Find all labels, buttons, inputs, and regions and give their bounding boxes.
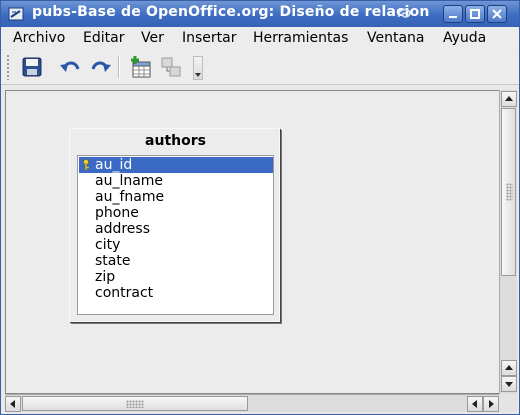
arrow-up-icon bbox=[505, 365, 513, 370]
menu-bar: Archivo Editar Ver Insertar Herramientas… bbox=[1, 27, 519, 49]
add-table-icon[interactable] bbox=[129, 55, 153, 79]
menu-editar[interactable]: Editar bbox=[83, 30, 124, 46]
field-city[interactable]: city bbox=[79, 237, 273, 253]
field-au-fname[interactable]: au_fname bbox=[79, 189, 273, 205]
swirl-icon bbox=[397, 8, 411, 18]
menu-herramientas[interactable]: Herramientas bbox=[253, 30, 348, 46]
field-name: contract bbox=[95, 285, 154, 301]
minimize-button[interactable] bbox=[443, 5, 463, 23]
field-name: address bbox=[95, 221, 151, 237]
primary-key-icon bbox=[83, 159, 89, 171]
field-au-id[interactable]: au_id bbox=[79, 157, 273, 173]
app-icon[interactable] bbox=[8, 6, 24, 22]
toolbar-grip[interactable] bbox=[6, 54, 10, 80]
field-au-lname[interactable]: au_lname bbox=[79, 173, 273, 189]
vertical-scrollbar[interactable] bbox=[499, 90, 517, 394]
field-name: au_fname bbox=[95, 189, 165, 205]
minimize-icon bbox=[449, 16, 457, 18]
arrow-right-icon bbox=[489, 400, 494, 408]
field-contract[interactable]: contract bbox=[79, 285, 273, 301]
horizontal-scrollbar[interactable] bbox=[5, 394, 499, 412]
close-button[interactable] bbox=[487, 5, 507, 23]
app-window: pubs-Base de OpenOffice.org: Diseño de r… bbox=[0, 0, 520, 415]
scroll-up-button-2[interactable] bbox=[501, 360, 517, 376]
toolbar-separator bbox=[118, 56, 120, 78]
arrow-left-icon bbox=[10, 400, 15, 408]
close-icon bbox=[492, 9, 502, 19]
title-bar[interactable]: pubs-Base de OpenOffice.org: Diseño de r… bbox=[1, 1, 519, 27]
arrow-up-icon bbox=[505, 96, 513, 101]
scroll-left-button-2[interactable] bbox=[467, 396, 483, 412]
field-phone[interactable]: phone bbox=[79, 205, 273, 221]
chevron-down-icon bbox=[195, 73, 201, 77]
horizontal-scroll-thumb[interactable] bbox=[22, 396, 248, 411]
menu-ventana[interactable]: Ventana bbox=[367, 30, 425, 46]
save-icon[interactable] bbox=[20, 55, 44, 79]
table-window-authors[interactable]: authors au_id au_lname au_fname phone ad… bbox=[69, 128, 280, 322]
field-name: phone bbox=[95, 205, 139, 221]
new-relation-icon[interactable] bbox=[159, 55, 183, 79]
menu-ver[interactable]: Ver bbox=[141, 30, 164, 46]
vertical-scroll-thumb[interactable] bbox=[501, 108, 516, 276]
scroll-left-button[interactable] bbox=[5, 396, 21, 412]
field-list[interactable]: au_id au_lname au_fname phone address ci… bbox=[77, 155, 274, 315]
menu-archivo[interactable]: Archivo bbox=[13, 30, 65, 46]
undo-icon[interactable] bbox=[58, 55, 82, 79]
window-title: pubs-Base de OpenOffice.org: Diseño de r… bbox=[32, 4, 430, 20]
scroll-up-button[interactable] bbox=[501, 91, 517, 107]
field-address[interactable]: address bbox=[79, 221, 273, 237]
arrow-down-icon bbox=[505, 382, 513, 387]
field-name: state bbox=[95, 253, 131, 269]
menu-ayuda[interactable]: Ayuda bbox=[443, 30, 486, 46]
field-name: au_id bbox=[95, 157, 133, 173]
scroll-down-button[interactable] bbox=[501, 376, 517, 392]
maximize-icon bbox=[470, 9, 480, 19]
scrollbar-corner bbox=[499, 394, 517, 412]
arrow-left-icon bbox=[472, 400, 477, 408]
field-name: au_lname bbox=[95, 173, 164, 189]
redo-icon[interactable] bbox=[89, 55, 113, 79]
field-state[interactable]: state bbox=[79, 253, 273, 269]
scroll-right-button[interactable] bbox=[483, 396, 499, 412]
field-zip[interactable]: zip bbox=[79, 269, 273, 285]
toolbar-more-button[interactable] bbox=[193, 56, 203, 80]
field-name: city bbox=[95, 237, 121, 253]
table-window-title[interactable]: authors bbox=[70, 133, 281, 149]
maximize-button[interactable] bbox=[465, 5, 485, 23]
field-name: zip bbox=[95, 269, 116, 285]
menu-insertar[interactable]: Insertar bbox=[182, 30, 237, 46]
toolbar bbox=[1, 50, 519, 85]
